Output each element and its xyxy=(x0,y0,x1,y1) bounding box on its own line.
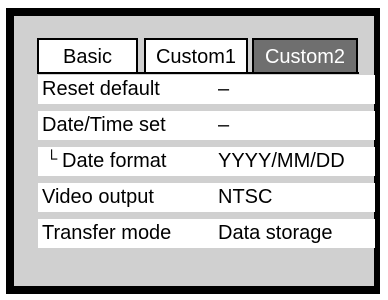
menu-item-value: – xyxy=(218,78,230,100)
settings-menu: Reset default – Date/Time set – └ Date fo… xyxy=(38,75,375,255)
menu-item-date-time-set[interactable]: Date/Time set – xyxy=(38,111,375,140)
tab-basic[interactable]: Basic xyxy=(37,38,138,74)
tab-divider xyxy=(37,72,359,74)
menu-item-value: NTSC xyxy=(218,186,273,208)
menu-item-label: Transfer mode xyxy=(42,222,172,244)
menu-item-transfer-mode[interactable]: Transfer mode Data storage xyxy=(38,219,375,248)
lcd-frame: Basic Custom1 Custom2 Reset default – Da… xyxy=(6,8,380,294)
menu-item-reset-default[interactable]: Reset default – xyxy=(38,75,375,104)
menu-item-label-text: Date format xyxy=(62,150,167,172)
menu-item-label: Reset default xyxy=(42,78,160,100)
menu-item-label: Date/Time set xyxy=(42,114,166,136)
menu-item-video-output[interactable]: Video output NTSC xyxy=(38,183,375,212)
menu-item-label: Video output xyxy=(42,186,154,208)
menu-item-label: └ Date format xyxy=(46,147,166,177)
settings-panel: Basic Custom1 Custom2 Reset default – Da… xyxy=(14,16,375,286)
menu-item-value: Data storage xyxy=(218,222,333,244)
menu-item-value: – xyxy=(218,114,230,136)
menu-item-date-format[interactable]: └ Date format YYYY/MM/DD xyxy=(38,147,375,176)
tab-custom2[interactable]: Custom2 xyxy=(252,38,358,74)
tab-custom1[interactable]: Custom1 xyxy=(144,38,248,74)
sub-item-indent-icon: └ xyxy=(46,151,58,168)
menu-item-value: YYYY/MM/DD xyxy=(218,150,345,172)
